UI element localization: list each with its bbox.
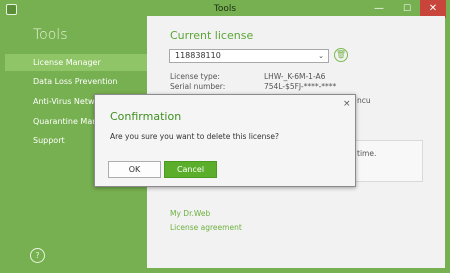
ok-button[interactable]: OK <box>108 161 161 178</box>
my-drweb-link[interactable]: My Dr.Web <box>170 209 210 218</box>
app-window: Tools — ☐ ✕ Tools License Manager Data L… <box>0 0 450 273</box>
trash-icon: 🗑 <box>335 50 347 59</box>
current-license-heading: Current license <box>170 29 254 42</box>
dialog-title: Confirmation <box>110 110 182 123</box>
license-type-value: LHW-_K-6M-1-A6 <box>264 72 326 81</box>
chevron-down-icon: ⌄ <box>318 52 324 60</box>
truncated-text: ncu <box>357 96 371 105</box>
notice-text: time. <box>357 149 377 158</box>
license-type-label: License type: <box>170 72 220 81</box>
delete-license-button[interactable]: 🗑 <box>334 48 348 62</box>
serial-number-label: Serial number: <box>170 82 226 91</box>
close-icon[interactable]: × <box>343 99 351 109</box>
license-select[interactable]: 118838110 ⌄ <box>169 49 329 63</box>
dialog-message: Are you sure you want to delete this lic… <box>110 132 279 141</box>
help-icon[interactable]: ? <box>30 248 45 263</box>
sidebar-heading: Tools <box>33 27 68 43</box>
sidebar-item-data-loss-prevention[interactable]: Data Loss Prevention <box>5 73 147 90</box>
license-select-value: 118838110 <box>175 51 221 60</box>
confirmation-dialog: × Confirmation Are you sure you want to … <box>94 94 356 187</box>
license-agreement-link[interactable]: License agreement <box>170 223 242 232</box>
cancel-button[interactable]: Cancel <box>164 161 217 178</box>
serial-number-value: 754L-$5FJ-****-**** <box>264 82 337 91</box>
sidebar-item-license-manager[interactable]: License Manager <box>5 54 147 71</box>
